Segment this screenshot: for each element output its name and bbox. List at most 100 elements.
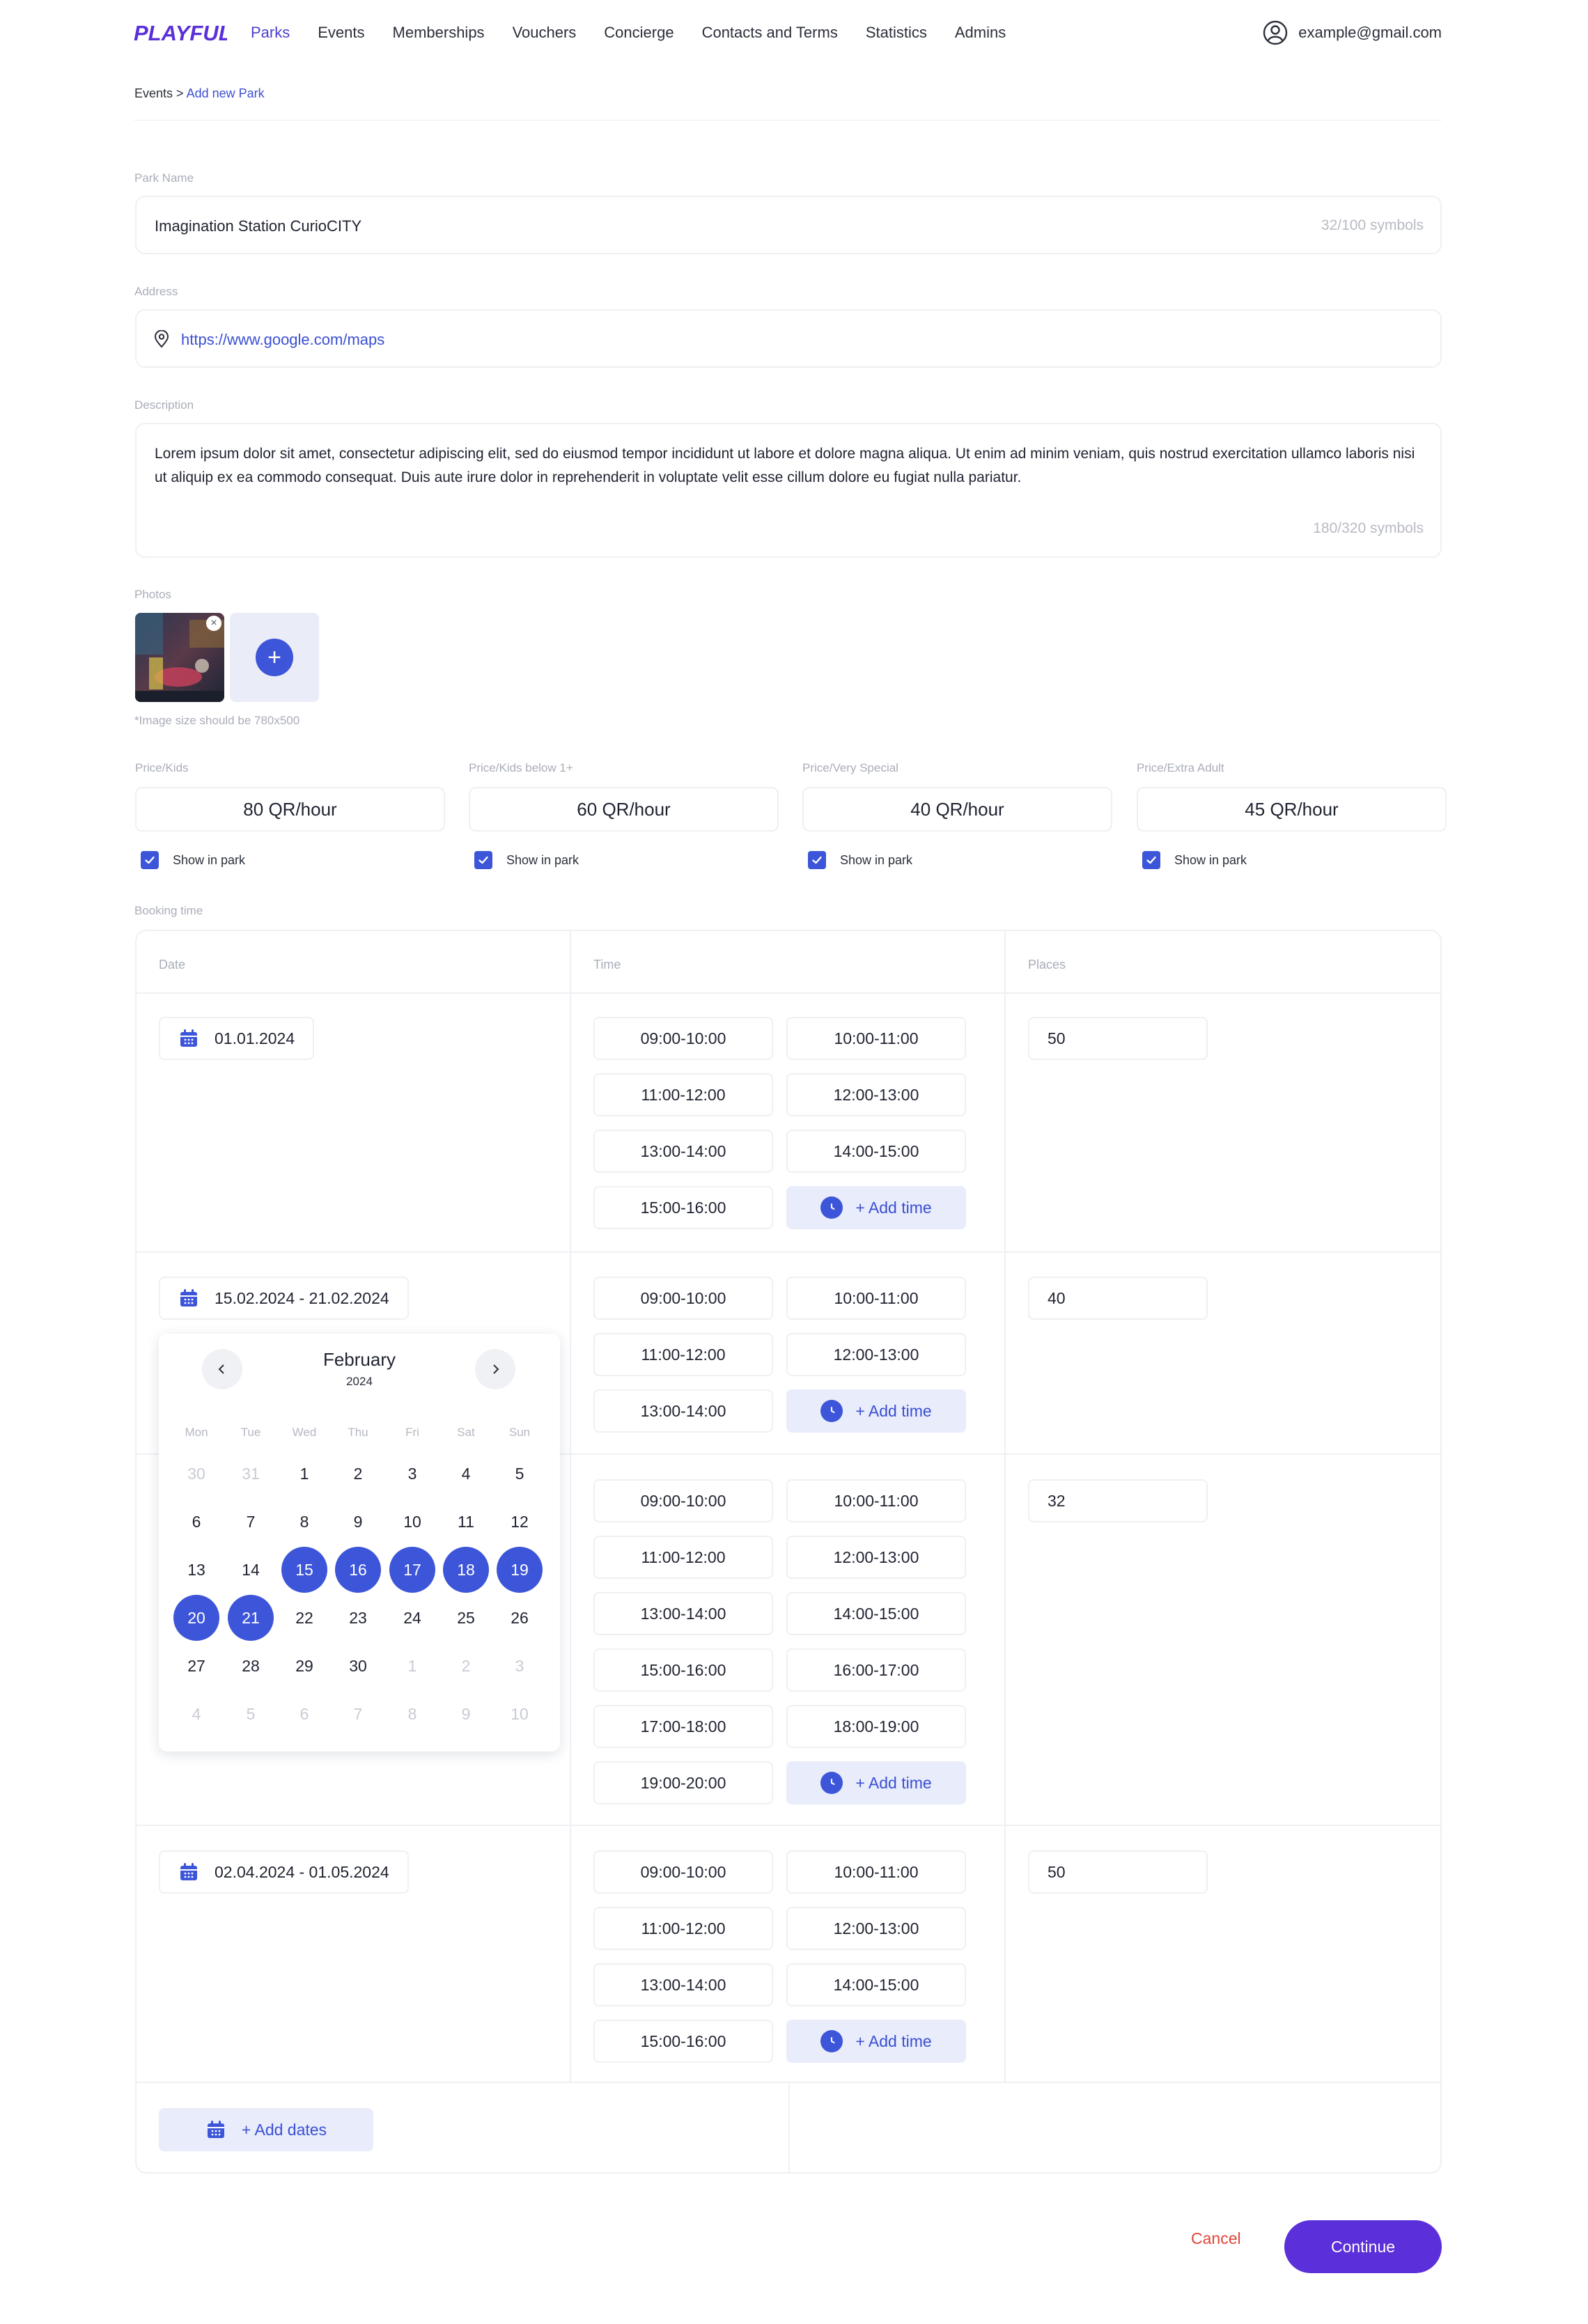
remove-photo-button[interactable]: × (206, 616, 221, 631)
calendar-day[interactable]: 28 (228, 1643, 274, 1689)
time-slot[interactable]: 11:00-12:00 (593, 1907, 773, 1950)
time-slot[interactable]: 10:00-11:00 (786, 1277, 966, 1320)
time-slot[interactable]: 12:00-13:00 (786, 1536, 966, 1579)
nav-item-concierge[interactable]: Concierge (604, 24, 674, 42)
calendar-day[interactable]: 12 (497, 1499, 543, 1545)
calendar-day[interactable]: 8 (281, 1499, 327, 1545)
calendar-day[interactable]: 4 (443, 1451, 489, 1497)
time-slot[interactable]: 12:00-13:00 (786, 1907, 966, 1950)
park-name-input[interactable]: Imagination Station CurioCITY 32/100 sym… (135, 196, 1442, 254)
calendar-day[interactable]: 13 (173, 1547, 219, 1593)
calendar-day[interactable]: 14 (228, 1547, 274, 1593)
calendar-day[interactable]: 10 (389, 1499, 435, 1545)
time-slot[interactable]: 11:00-12:00 (593, 1073, 773, 1116)
calendar-day[interactable]: 1 (281, 1451, 327, 1497)
calendar-day[interactable]: 17 (389, 1547, 435, 1593)
calendar-day[interactable]: 3 (389, 1451, 435, 1497)
calendar-day[interactable]: 22 (281, 1595, 327, 1641)
next-month-button[interactable] (475, 1349, 515, 1389)
show-in-park-checkbox[interactable]: Show in park (1142, 851, 1247, 869)
nav-item-events[interactable]: Events (318, 24, 364, 42)
calendar-day[interactable]: 9 (443, 1691, 489, 1737)
add-time-button[interactable]: + Add time (786, 2020, 966, 2063)
time-slot[interactable]: 14:00-15:00 (786, 1963, 966, 2006)
address-link[interactable]: https://www.google.com/maps (181, 331, 384, 349)
breadcrumb-current[interactable]: Add new Park (187, 86, 265, 100)
time-slot[interactable]: 09:00-10:00 (593, 1850, 773, 1894)
calendar-day[interactable]: 25 (443, 1595, 489, 1641)
breadcrumb-parent[interactable]: Events (134, 86, 173, 100)
date-picker-field[interactable]: 02.04.2024 - 01.05.2024 (159, 1850, 409, 1894)
calendar-day[interactable]: 10 (497, 1691, 543, 1737)
calendar-day[interactable]: 11 (443, 1499, 489, 1545)
cancel-button[interactable]: Cancel (1191, 2229, 1241, 2248)
places-input[interactable]: 40 (1028, 1277, 1208, 1320)
time-slot[interactable]: 10:00-11:00 (786, 1850, 966, 1894)
nav-item-admins[interactable]: Admins (955, 24, 1006, 42)
date-picker-field[interactable]: 01.01.2024 (159, 1017, 315, 1060)
calendar-day[interactable]: 5 (497, 1451, 543, 1497)
time-slot[interactable]: 14:00-15:00 (786, 1592, 966, 1635)
time-slot[interactable]: 11:00-12:00 (593, 1536, 773, 1579)
nav-item-statistics[interactable]: Statistics (866, 24, 927, 42)
calendar-day[interactable]: 5 (228, 1691, 274, 1737)
logo[interactable]: PLAYFULL (134, 17, 227, 49)
date-range-picker[interactable]: February 2024 Mon Tue Wed Thu Fri Sat Sun 30 31 1… (159, 1334, 560, 1752)
calendar-day[interactable]: 7 (228, 1499, 274, 1545)
calendar-day[interactable]: 16 (335, 1547, 381, 1593)
calendar-day[interactable]: 2 (443, 1643, 489, 1689)
calendar-day[interactable]: 30 (173, 1451, 219, 1497)
time-slot[interactable]: 09:00-10:00 (593, 1479, 773, 1522)
calendar-day[interactable]: 6 (173, 1499, 219, 1545)
time-slot[interactable]: 13:00-14:00 (593, 1130, 773, 1173)
calendar-day[interactable]: 1 (389, 1643, 435, 1689)
time-slot[interactable]: 10:00-11:00 (786, 1017, 966, 1060)
time-slot[interactable]: 19:00-20:00 (593, 1761, 773, 1804)
time-slot[interactable]: 10:00-11:00 (786, 1479, 966, 1522)
places-input[interactable]: 32 (1028, 1479, 1208, 1522)
add-time-button[interactable]: + Add time (786, 1186, 966, 1229)
time-slot[interactable]: 13:00-14:00 (593, 1963, 773, 2006)
show-in-park-checkbox[interactable]: Show in park (474, 851, 579, 869)
description-textarea[interactable]: Lorem ipsum dolor sit amet, consectetur … (135, 423, 1442, 558)
calendar-day[interactable]: 23 (335, 1595, 381, 1641)
calendar-day[interactable]: 19 (497, 1547, 543, 1593)
calendar-day[interactable]: 9 (335, 1499, 381, 1545)
time-slot[interactable]: 13:00-14:00 (593, 1389, 773, 1433)
time-slot[interactable]: 15:00-16:00 (593, 2020, 773, 2063)
time-slot[interactable]: 12:00-13:00 (786, 1333, 966, 1376)
calendar-day[interactable]: 18 (443, 1547, 489, 1593)
calendar-day[interactable]: 30 (335, 1643, 381, 1689)
time-slot[interactable]: 11:00-12:00 (593, 1333, 773, 1376)
nav-item-contacts-and-terms[interactable]: Contacts and Terms (702, 24, 838, 42)
address-input[interactable]: https://www.google.com/maps (135, 309, 1442, 368)
time-slot[interactable]: 09:00-10:00 (593, 1017, 773, 1060)
price-input[interactable]: 40 QR/hour (802, 787, 1112, 832)
calendar-day[interactable]: 4 (173, 1691, 219, 1737)
add-time-button[interactable]: + Add time (786, 1761, 966, 1804)
price-input[interactable]: 45 QR/hour (1137, 787, 1447, 832)
add-time-button[interactable]: + Add time (786, 1389, 966, 1433)
prev-month-button[interactable] (202, 1349, 242, 1389)
calendar-day[interactable]: 7 (335, 1691, 381, 1737)
show-in-park-checkbox[interactable]: Show in park (808, 851, 912, 869)
time-slot[interactable]: 15:00-16:00 (593, 1186, 773, 1229)
calendar-day[interactable]: 26 (497, 1595, 543, 1641)
photo-thumbnail[interactable]: × (135, 613, 224, 702)
calendar-day[interactable]: 6 (281, 1691, 327, 1737)
time-slot[interactable]: 09:00-10:00 (593, 1277, 773, 1320)
add-dates-button[interactable]: + Add dates (159, 2108, 373, 2151)
calendar-day[interactable]: 8 (389, 1691, 435, 1737)
add-photo-button[interactable]: + (230, 613, 319, 702)
nav-item-memberships[interactable]: Memberships (393, 24, 485, 42)
price-input[interactable]: 60 QR/hour (469, 787, 779, 832)
date-picker-field[interactable]: 15.02.2024 - 21.02.2024 (159, 1277, 409, 1320)
calendar-day[interactable]: 31 (228, 1451, 274, 1497)
calendar-day[interactable]: 20 (173, 1595, 219, 1641)
calendar-day[interactable]: 24 (389, 1595, 435, 1641)
calendar-day[interactable]: 21 (228, 1595, 274, 1641)
nav-item-parks[interactable]: Parks (251, 24, 290, 42)
user-menu[interactable]: example@gmail.com (1262, 17, 1442, 49)
calendar-day[interactable]: 27 (173, 1643, 219, 1689)
time-slot[interactable]: 17:00-18:00 (593, 1705, 773, 1748)
